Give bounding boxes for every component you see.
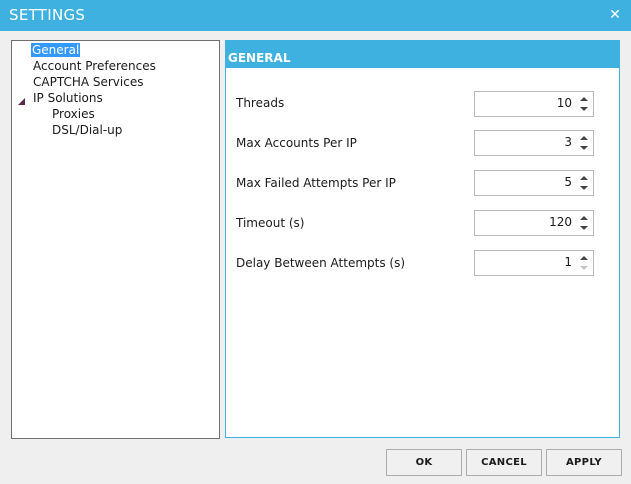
threads-value[interactable]: 10	[557, 96, 572, 110]
spinner-arrows	[577, 93, 591, 115]
tree-item-label: IP Solutions	[33, 91, 103, 105]
threads-spinner[interactable]: 10	[474, 91, 594, 117]
decrement-arrow-icon[interactable]	[580, 186, 588, 190]
tree-item-dsl-dialup[interactable]: DSL/Dial-up	[51, 123, 123, 138]
panel-title: GENERAL	[228, 51, 291, 65]
increment-arrow-icon[interactable]	[580, 176, 588, 180]
max-failed-attempts-spinner[interactable]: 5	[474, 170, 594, 196]
spinner-arrows	[577, 252, 591, 274]
tree-item-captcha-services[interactable]: CAPTCHA Services	[32, 75, 144, 90]
tree-item-label: General	[31, 43, 81, 57]
increment-arrow-icon[interactable]	[580, 136, 588, 140]
general-panel: GENERAL Threads 10 Max Accounts Per IP 3…	[225, 40, 620, 438]
tree-item-label: Account Preferences	[33, 59, 156, 73]
spinner-arrows	[577, 172, 591, 194]
tree-item-ip-solutions[interactable]: IP Solutions	[32, 91, 104, 106]
settings-tree: General Account Preferences CAPTCHA Serv…	[11, 40, 220, 439]
timeout-value[interactable]: 120	[549, 215, 572, 229]
max-accounts-value[interactable]: 3	[564, 135, 572, 149]
delay-label: Delay Between Attempts (s)	[236, 256, 406, 270]
delay-value[interactable]: 1	[564, 255, 572, 269]
close-icon[interactable]: ✕	[605, 5, 625, 25]
tree-item-label: DSL/Dial-up	[52, 123, 123, 137]
delay-spinner[interactable]: 1	[474, 250, 594, 276]
tree-item-proxies[interactable]: Proxies	[51, 107, 96, 122]
tree-item-account-preferences[interactable]: Account Preferences	[32, 59, 157, 74]
max-accounts-label: Max Accounts Per IP	[236, 136, 357, 150]
max-failed-attempts-label: Max Failed Attempts Per IP	[236, 176, 396, 190]
window-title: SETTINGS	[9, 6, 86, 24]
tree-item-label: Proxies	[52, 107, 95, 121]
decrement-arrow-icon[interactable]	[580, 226, 588, 230]
max-accounts-spinner[interactable]: 3	[474, 130, 594, 156]
increment-arrow-icon[interactable]	[580, 97, 588, 101]
timeout-spinner[interactable]: 120	[474, 210, 594, 236]
ok-button[interactable]: OK	[386, 449, 462, 476]
panel-header: GENERAL	[226, 41, 619, 68]
increment-arrow-icon[interactable]	[580, 256, 588, 260]
expanded-triangle-icon[interactable]	[18, 98, 25, 105]
increment-arrow-icon[interactable]	[580, 216, 588, 220]
timeout-label: Timeout (s)	[236, 216, 305, 230]
threads-label: Threads	[236, 96, 285, 110]
spinner-arrows	[577, 212, 591, 234]
cancel-button[interactable]: CANCEL	[466, 449, 542, 476]
decrement-arrow-icon[interactable]	[580, 266, 588, 270]
tree-item-general[interactable]: General	[31, 43, 81, 58]
apply-button[interactable]: APPLY	[546, 449, 622, 476]
decrement-arrow-icon[interactable]	[580, 146, 588, 150]
title-bar: SETTINGS ✕	[0, 0, 631, 31]
spinner-arrows	[577, 132, 591, 154]
tree-item-label: CAPTCHA Services	[33, 75, 144, 89]
max-failed-attempts-value[interactable]: 5	[564, 175, 572, 189]
decrement-arrow-icon[interactable]	[580, 107, 588, 111]
